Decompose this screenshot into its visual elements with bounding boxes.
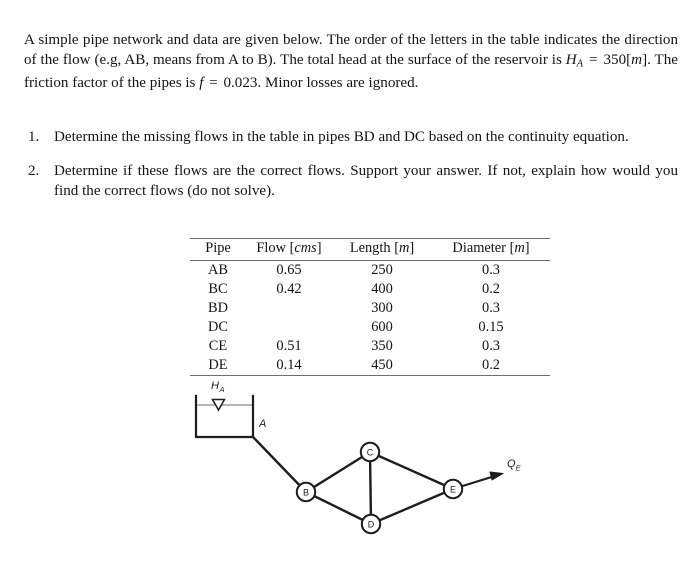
table-row: DC 600 0.15 [190,318,550,337]
cell-flow: 0.51 [276,337,302,354]
cell-diameter: 0.15 [478,318,504,335]
cell-flow [246,318,332,337]
node-B: B [295,481,317,503]
pipe-CE [368,450,455,491]
table-row: BC 0.42 400 0.2 [190,280,550,299]
cell-diameter: 0.3 [482,299,500,316]
cell-pipe: DC [208,318,228,335]
node-A-label: A [258,418,266,430]
node-C-label: C [367,448,374,458]
column-header-pipe-label: Pipe [205,240,231,256]
column-header-length-unit: m [398,240,410,256]
cell-length: 450 [371,356,393,373]
pipe-DE [369,487,455,526]
node-D-label: D [368,520,375,530]
reservoir-head-subscript: A [219,385,225,394]
node-B-label: B [303,488,309,498]
cell-flow: 0.14 [276,356,302,373]
node-C: C [359,441,381,463]
pipe-BC [304,450,372,494]
outflow-subscript: E [516,464,522,473]
node-E-label: E [450,485,456,495]
reservoir-head-symbol: H [211,380,219,392]
column-header-flow-unit: cms [294,240,317,256]
column-header-length: Length [m] [332,239,432,261]
question-number-1: 1. [28,129,40,145]
outflow-label: Q E [507,458,522,473]
column-header-diameter: Diameter [m] [432,239,550,261]
cell-length: 250 [371,261,393,278]
cell-flow: 0.42 [276,280,302,297]
cell-diameter: 0.2 [482,280,500,297]
table-row: AB 0.65 250 0.3 [190,261,550,280]
question-text-1: Determine the missing flows in the table… [54,129,629,145]
question-number-2: 2. [28,162,40,179]
length-unit-close: ] [409,240,415,256]
head-value: 350[ [603,51,632,68]
pipe-data-table: Pipe Flow [cms] Length [m] Diameter [m] … [190,238,550,376]
column-header-diameter-label: Diameter [452,240,506,256]
cell-pipe: CE [208,337,228,354]
cell-pipe: BD [208,299,228,316]
column-header-flow-label: Flow [256,240,286,256]
reservoir-walls-icon [194,394,255,439]
node-D: D [360,513,382,535]
cell-pipe: AB [208,261,228,278]
pipe-network-diagram: H A A Q E B C D E [180,374,560,554]
cell-length: 300 [371,299,393,316]
table-row: DE 0.14 450 0.2 [190,356,550,376]
cell-length: 350 [371,337,393,354]
intro-text-part3: . Minor losses are ignored. [257,75,419,92]
head-symbol: H [565,51,577,68]
flow-unit-close: ] [316,240,322,256]
cell-length: 400 [371,280,393,297]
cell-flow [246,299,332,318]
cell-pipe: DE [208,356,228,373]
head-unit: m [631,51,643,68]
cell-diameter: 0.3 [482,337,500,354]
cell-diameter: 0.3 [482,261,500,278]
table-row: BD 300 0.3 [190,299,550,318]
head-equals: = [585,51,602,68]
column-header-length-label: Length [349,240,391,256]
pipe-data-table-wrapper: Pipe Flow [cms] Length [m] Diameter [m] … [190,238,550,376]
question-text-2: Determine if these flows are the correct… [54,162,678,199]
document-page: A simple pipe network and data are given… [0,0,700,561]
table-body: AB 0.65 250 0.3 BC 0.42 400 0.2 BD 300 0… [190,261,550,376]
intro-paragraph: A simple pipe network and data are given… [24,31,678,94]
question-list: 1. Determine the missing flows in the ta… [24,128,678,201]
pipe-CD [368,450,373,526]
friction-equals: = [205,75,222,92]
question-item-2: 2. Determine if these flows are the corr… [24,162,678,202]
table-header-row: Pipe Flow [cms] Length [m] Diameter [m] [190,238,550,261]
cell-pipe: BC [208,280,228,297]
pipe-AB [251,435,308,494]
table-header: Pipe Flow [cms] Length [m] Diameter [m] [190,238,550,261]
cell-diameter: 0.2 [482,356,500,373]
column-header-flow: Flow [cms] [246,239,332,261]
column-header-diameter-unit: m [514,240,525,256]
cell-flow: 0.65 [276,261,302,278]
friction-value: 0.023 [223,75,258,92]
reservoir [194,394,255,439]
node-E: E [442,478,464,500]
diameter-unit-close: ] [524,240,530,256]
table-row: CE 0.51 350 0.3 [190,337,550,356]
cell-length: 600 [371,318,393,335]
reservoir-head-label: H A [211,380,225,394]
question-item-1: 1. Determine the missing flows in the ta… [24,128,678,148]
pipe-BD [304,490,373,526]
column-header-pipe: Pipe [190,239,246,261]
